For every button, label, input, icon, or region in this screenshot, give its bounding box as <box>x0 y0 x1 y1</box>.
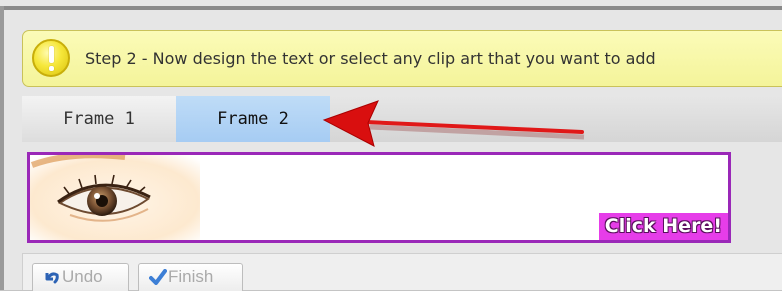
click-here-button[interactable]: Click Here! <box>598 213 728 240</box>
frame-border-left <box>0 6 4 290</box>
banner-preview[interactable]: Click Here! <box>27 152 731 243</box>
tab-frame-1[interactable]: Frame 1 <box>22 96 176 142</box>
step-instruction-banner: Step 2 - Now design the text or select a… <box>22 30 782 87</box>
undo-icon <box>45 272 59 284</box>
red-arrow-annotation <box>322 100 585 147</box>
app-frame: Step 2 - Now design the text or select a… <box>0 0 782 291</box>
tab-frame-2[interactable]: Frame 2 <box>176 96 330 142</box>
frame-border-top <box>0 6 782 10</box>
checkmark-icon <box>149 269 167 285</box>
eye-photo <box>30 155 200 240</box>
editor-toolbar: Undo Finish <box>22 253 782 291</box>
finish-button[interactable]: Finish <box>138 263 243 291</box>
finish-label: Finish <box>168 267 214 286</box>
undo-label: Undo <box>62 267 103 286</box>
exclamation-warning-icon <box>32 39 70 77</box>
step-instruction-text: Step 2 - Now design the text or select a… <box>85 49 656 68</box>
undo-button[interactable]: Undo <box>32 263 129 291</box>
